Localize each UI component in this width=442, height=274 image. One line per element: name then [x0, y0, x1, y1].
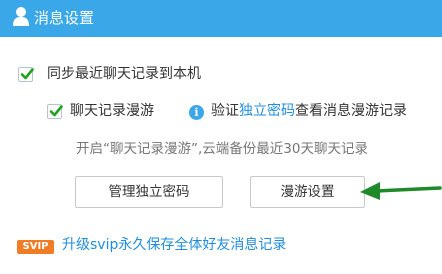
roaming-settings-button[interactable]: 漫游设置	[250, 176, 365, 208]
sync-checkbox[interactable]	[18, 67, 34, 82]
verify-text: 验证独立密码查看消息漫游记录	[211, 102, 407, 120]
sync-label[interactable]: 同步最近聊天记录到本机	[47, 65, 201, 83]
roaming-description: 开启“聊天记录漫游”,云端备份最近30天聊天记录	[76, 141, 368, 157]
info-icon: i	[189, 105, 204, 120]
user-icon	[13, 7, 29, 26]
window-title: 消息设置	[34, 9, 95, 27]
verify-prefix: 验证	[211, 103, 239, 119]
independent-password-link[interactable]: 独立密码	[239, 103, 295, 119]
arrow-left-icon	[360, 182, 442, 200]
roaming-checkbox[interactable]	[47, 104, 63, 119]
checkmark-icon	[49, 105, 63, 117]
title-bar: 消息设置	[0, 0, 442, 37]
checkmark-icon	[20, 68, 34, 80]
svip-upgrade-link[interactable]: 升级svip永久保存全体好友消息记录	[62, 236, 286, 254]
verify-suffix: 查看消息漫游记录	[295, 103, 407, 119]
svip-badge: SVIP	[17, 240, 54, 254]
roaming-label[interactable]: 聊天记录漫游	[70, 102, 154, 120]
manage-password-button[interactable]: 管理独立密码	[75, 176, 223, 208]
